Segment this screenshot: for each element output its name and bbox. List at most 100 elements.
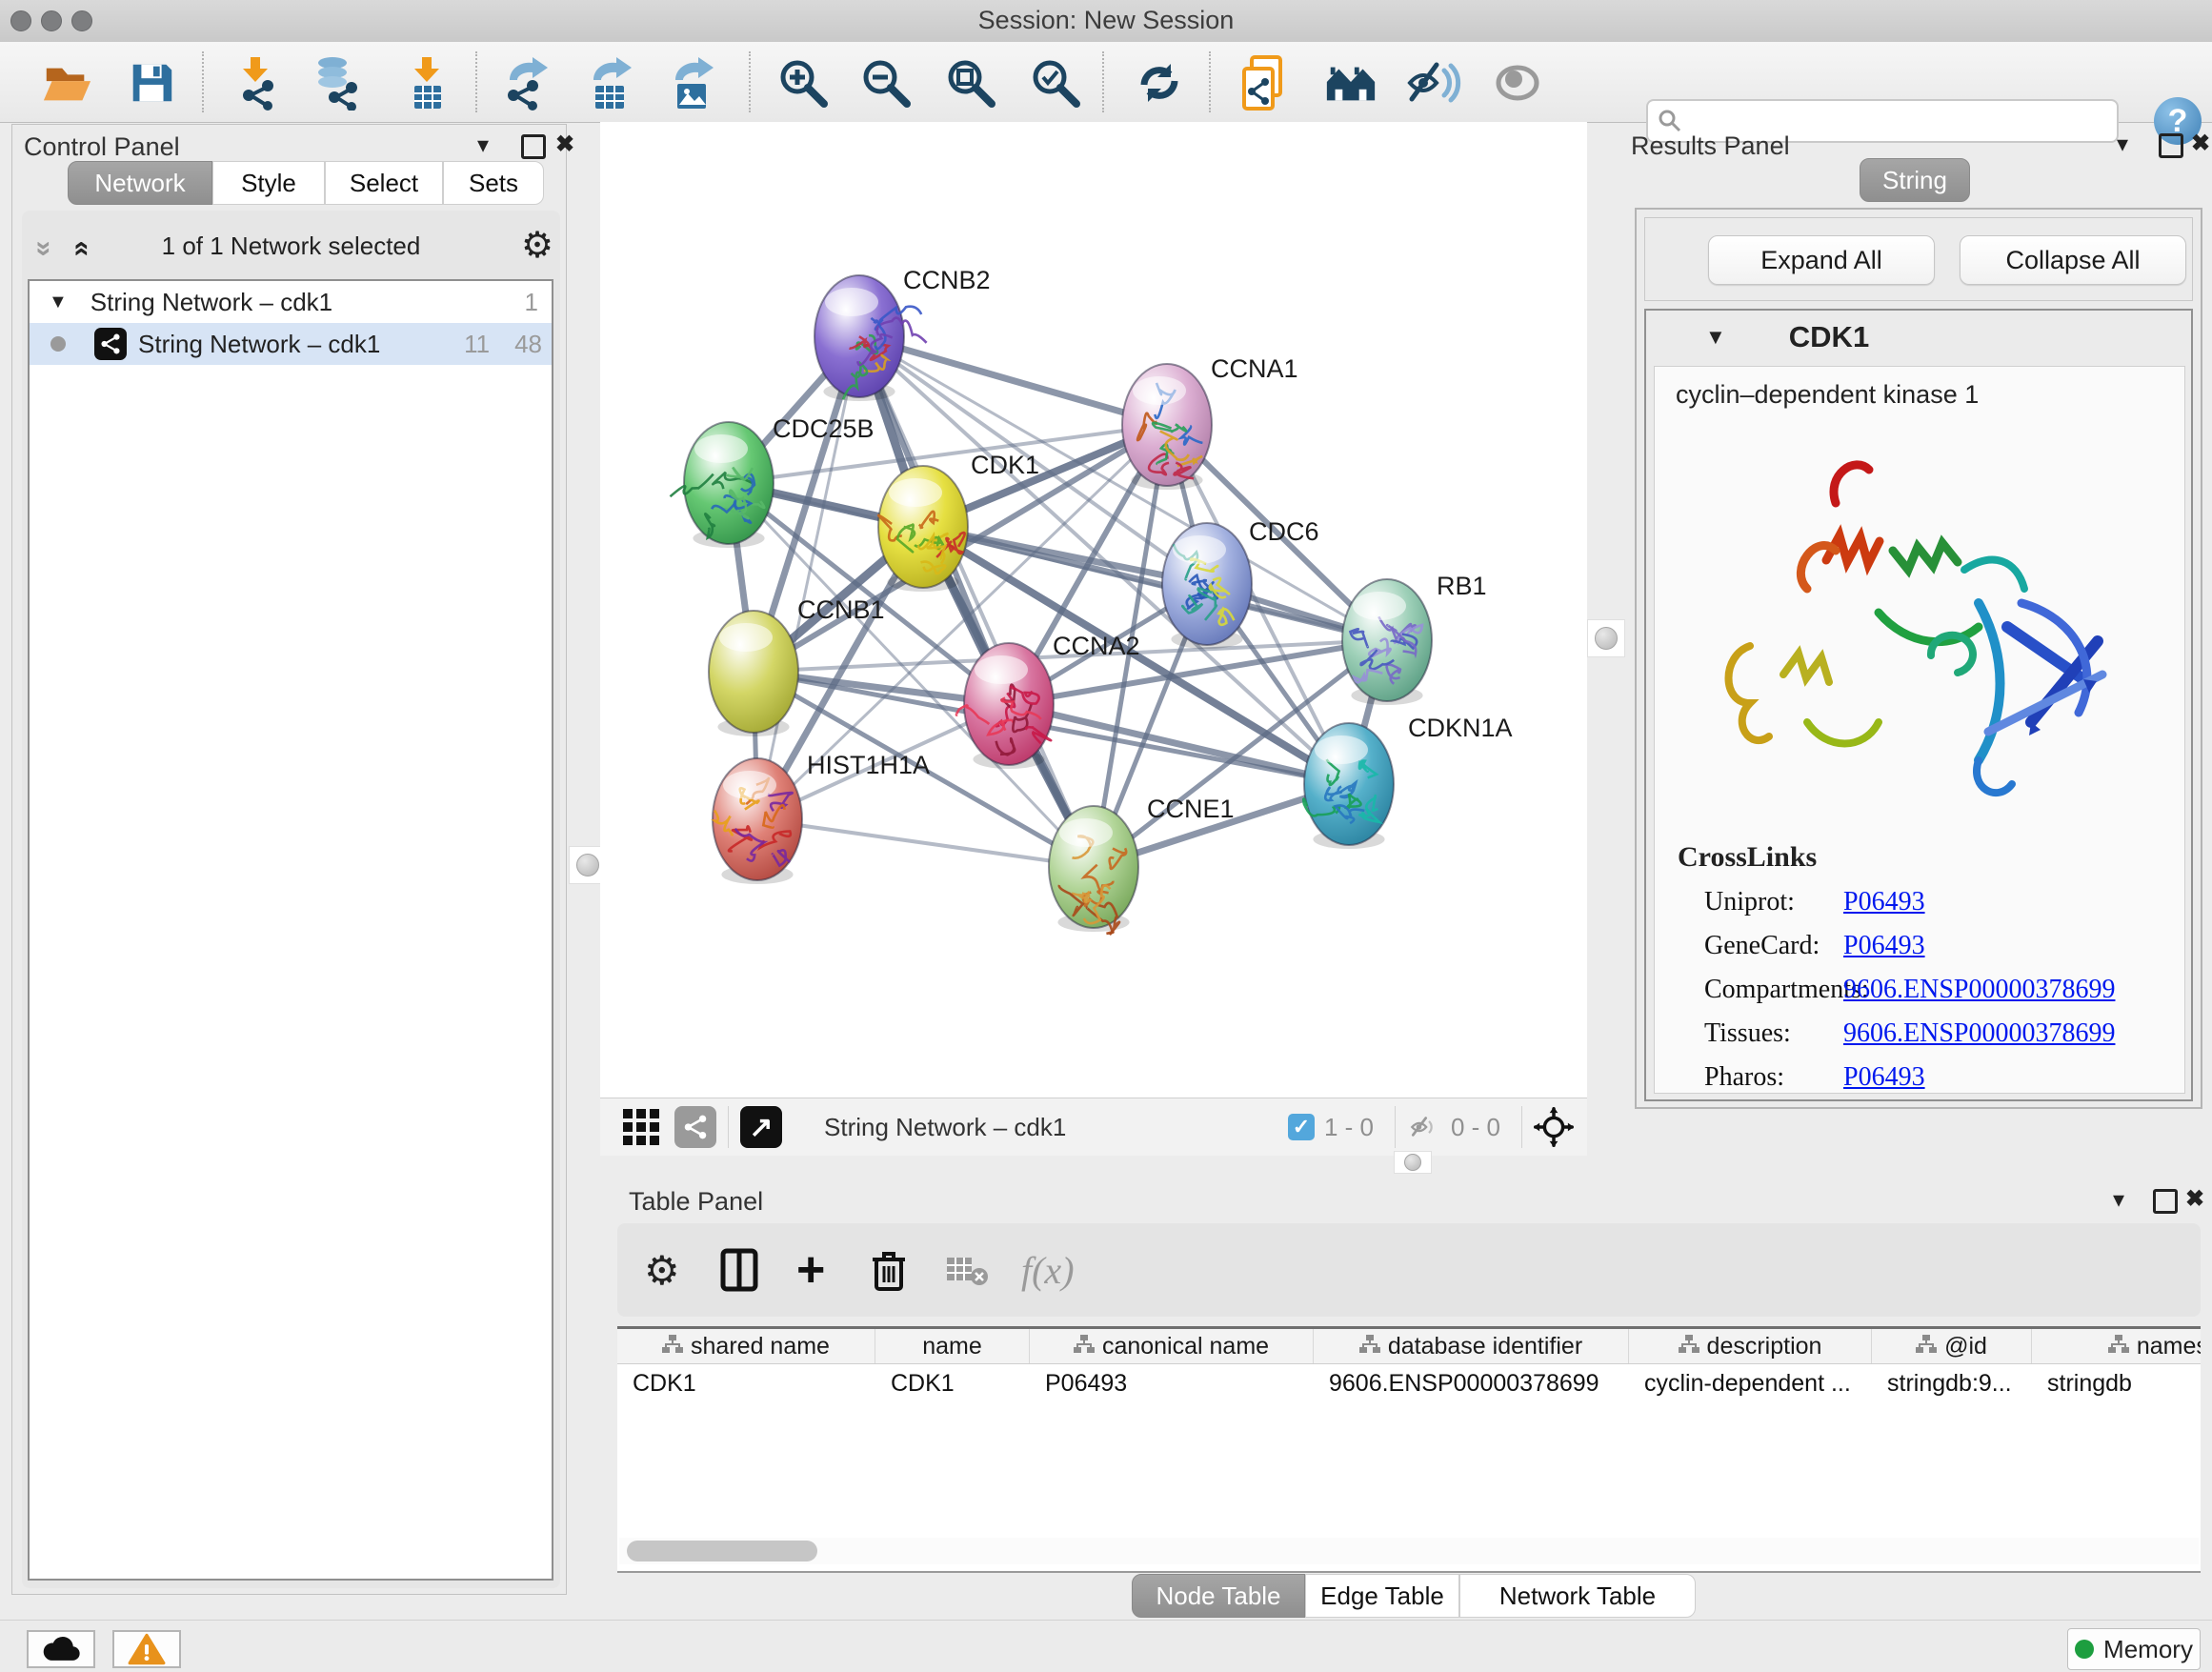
show-selected-icon[interactable] bbox=[1490, 55, 1545, 111]
scrollbar-thumb[interactable] bbox=[627, 1541, 817, 1561]
node-label-CDC25B: CDC25B bbox=[773, 414, 875, 443]
table-cell[interactable]: P06493 bbox=[1030, 1364, 1314, 1402]
table-panel-float-icon[interactable] bbox=[2153, 1189, 2178, 1214]
tab-string[interactable]: String bbox=[1860, 158, 1970, 202]
tab-style[interactable]: Style bbox=[212, 161, 325, 205]
detach-view-icon[interactable]: ↗ bbox=[740, 1106, 782, 1148]
separator bbox=[1395, 1106, 1396, 1148]
tab-edge-table[interactable]: Edge Table bbox=[1305, 1574, 1459, 1618]
network-view-toolbar: ↗ String Network – cdk1 ✓ 1 - 0 0 - 0 bbox=[600, 1098, 1587, 1156]
export-table-icon[interactable] bbox=[583, 55, 638, 111]
network-node-CDC25B[interactable] bbox=[671, 422, 774, 548]
results-panel-float-icon[interactable] bbox=[2159, 133, 2183, 158]
import-table-icon[interactable] bbox=[400, 55, 455, 111]
control-panel-close-icon[interactable]: ✖ bbox=[555, 133, 574, 156]
table-toolbar: ⚙ + f(x) bbox=[617, 1223, 2201, 1317]
node-label-HIST1H1A: HIST1H1A bbox=[807, 751, 930, 779]
network-canvas[interactable]: CCNB2CCNA1CDC25BCDK1CDC6RB1CCNB1CCNA2CDK… bbox=[600, 122, 1587, 1098]
toolbar-separator bbox=[1209, 51, 1211, 112]
selected-count-checkbox-icon[interactable]: ✓ bbox=[1288, 1114, 1315, 1140]
hidden-count-eye-icon[interactable] bbox=[1407, 1113, 1441, 1141]
network-node-CCNE1[interactable] bbox=[1049, 806, 1138, 935]
column-header-namespace[interactable]: namespace bbox=[2032, 1329, 2201, 1363]
network-row-selected[interactable]: String Network – cdk1 11 48 bbox=[30, 323, 552, 365]
import-network-from-database-icon[interactable] bbox=[311, 55, 366, 111]
network-list-options-gear-icon[interactable]: ⚙ bbox=[521, 224, 553, 267]
node-result-header[interactable]: ▼ CDK1 bbox=[1646, 311, 2191, 364]
save-session-icon[interactable] bbox=[124, 55, 179, 111]
tab-select[interactable]: Select bbox=[325, 161, 443, 205]
control-panel-float-icon[interactable] bbox=[521, 134, 546, 159]
tab-network-table[interactable]: Network Table bbox=[1459, 1574, 1696, 1618]
node-result-expand-icon[interactable]: ▼ bbox=[1705, 325, 1726, 350]
collection-expand-icon[interactable]: ▼ bbox=[49, 292, 68, 313]
crosslink-row: Tissues:9606.ENSP00000378699 bbox=[1655, 1018, 2184, 1049]
table-panel-collapse-icon[interactable]: ▾ bbox=[2113, 1189, 2124, 1212]
crosslink-link[interactable]: 9606.ENSP00000378699 bbox=[1843, 1018, 2115, 1049]
column-header-shared-name[interactable]: shared name bbox=[617, 1329, 875, 1363]
table-type-tabs: Node TableEdge TableNetwork Table bbox=[1132, 1574, 1696, 1618]
crosslink-link[interactable]: P06493 bbox=[1843, 887, 1925, 917]
tab-node-table[interactable]: Node Table bbox=[1132, 1574, 1305, 1618]
network-list: ▼ String Network – cdk1 1 String Network… bbox=[28, 279, 553, 1581]
table-cell[interactable]: stringdb bbox=[2032, 1364, 2201, 1402]
network-collection-row[interactable]: ▼ String Network – cdk1 1 bbox=[30, 281, 552, 323]
network-node-CCNB1[interactable] bbox=[709, 611, 798, 736]
create-column-icon[interactable] bbox=[720, 1244, 758, 1296]
clone-network-icon[interactable] bbox=[1237, 55, 1293, 111]
table-horizontal-scrollbar[interactable] bbox=[619, 1538, 2199, 1564]
column-header-canonical-name[interactable]: canonical name bbox=[1030, 1329, 1314, 1363]
network-edge-CCNB2-HIST1H1A[interactable] bbox=[757, 336, 859, 819]
network-type-share-icon[interactable] bbox=[674, 1106, 716, 1148]
results-panel-close-icon[interactable]: ✖ bbox=[2191, 132, 2210, 155]
grid-view-icon[interactable] bbox=[623, 1109, 659, 1145]
table-panel-close-icon[interactable]: ✖ bbox=[2185, 1188, 2204, 1211]
table-cell[interactable]: 9606.ENSP00000378699 bbox=[1314, 1364, 1629, 1402]
node-label-RB1: RB1 bbox=[1437, 572, 1487, 600]
zoom-in-icon[interactable] bbox=[775, 55, 831, 111]
memory-button[interactable]: Memory bbox=[2067, 1628, 2201, 1670]
delete-column-trash-icon[interactable] bbox=[871, 1244, 907, 1296]
horizontal-splitter-handle[interactable] bbox=[1394, 1151, 1432, 1174]
show-all-networks-icon[interactable] bbox=[1323, 55, 1378, 111]
export-network-icon[interactable] bbox=[499, 55, 554, 111]
column-header-database-identifier[interactable]: database identifier bbox=[1314, 1329, 1629, 1363]
zoom-selected-icon[interactable] bbox=[1028, 55, 1083, 111]
table-cell[interactable]: stringdb:9... bbox=[1872, 1364, 2032, 1402]
column-header-name[interactable]: name bbox=[875, 1329, 1030, 1363]
column-header-description[interactable]: description bbox=[1629, 1329, 1872, 1363]
table-cell[interactable]: CDK1 bbox=[875, 1364, 1030, 1402]
warning-status-button[interactable] bbox=[112, 1630, 181, 1668]
network-node-RB1[interactable] bbox=[1342, 579, 1432, 705]
crosslink-link[interactable]: P06493 bbox=[1843, 1062, 1925, 1093]
crosslink-link[interactable]: P06493 bbox=[1843, 931, 1925, 961]
table-options-gear-icon[interactable]: ⚙ bbox=[644, 1244, 680, 1296]
network-edge-HIST1H1A-CCNE1[interactable] bbox=[757, 819, 1094, 867]
table-cell[interactable]: cyclin-dependent ... bbox=[1629, 1364, 1872, 1402]
collapse-all-button[interactable]: Collapse All bbox=[1960, 235, 2186, 285]
table-row[interactable]: CDK1CDK1P064939606.ENSP00000378699cyclin… bbox=[617, 1364, 2201, 1402]
import-network-icon[interactable] bbox=[231, 55, 286, 111]
results-panel-collapse-icon[interactable]: ▾ bbox=[2117, 133, 2128, 156]
shared-column-icon bbox=[2108, 1333, 2129, 1360]
open-session-icon[interactable] bbox=[39, 55, 94, 111]
add-row-icon[interactable]: + bbox=[796, 1244, 825, 1296]
expand-all-button[interactable]: Expand All bbox=[1708, 235, 1935, 285]
column-header-@id[interactable]: @id bbox=[1872, 1329, 2032, 1363]
hide-selected-icon[interactable] bbox=[1406, 55, 1461, 111]
tab-sets[interactable]: Sets bbox=[443, 161, 544, 205]
network-node-CDKN1A[interactable] bbox=[1303, 723, 1394, 849]
tab-network[interactable]: Network bbox=[68, 161, 212, 205]
control-panel-collapse-icon[interactable]: ▾ bbox=[477, 134, 489, 157]
table-cell[interactable]: CDK1 bbox=[617, 1364, 875, 1402]
network-edge-CCNB2-CCNE1[interactable] bbox=[859, 336, 1094, 867]
network-node-HIST1H1A[interactable] bbox=[713, 758, 802, 884]
cloud-status-button[interactable] bbox=[27, 1630, 95, 1668]
zoom-out-icon[interactable] bbox=[858, 55, 914, 111]
zoom-fit-icon[interactable] bbox=[943, 55, 998, 111]
network-node-CCNA1[interactable] bbox=[1122, 364, 1212, 490]
birds-eye-view-icon[interactable] bbox=[1534, 1107, 1574, 1147]
update-icon[interactable] bbox=[1132, 55, 1187, 111]
crosslink-link[interactable]: 9606.ENSP00000378699 bbox=[1843, 975, 2115, 1005]
export-image-icon[interactable] bbox=[665, 55, 720, 111]
